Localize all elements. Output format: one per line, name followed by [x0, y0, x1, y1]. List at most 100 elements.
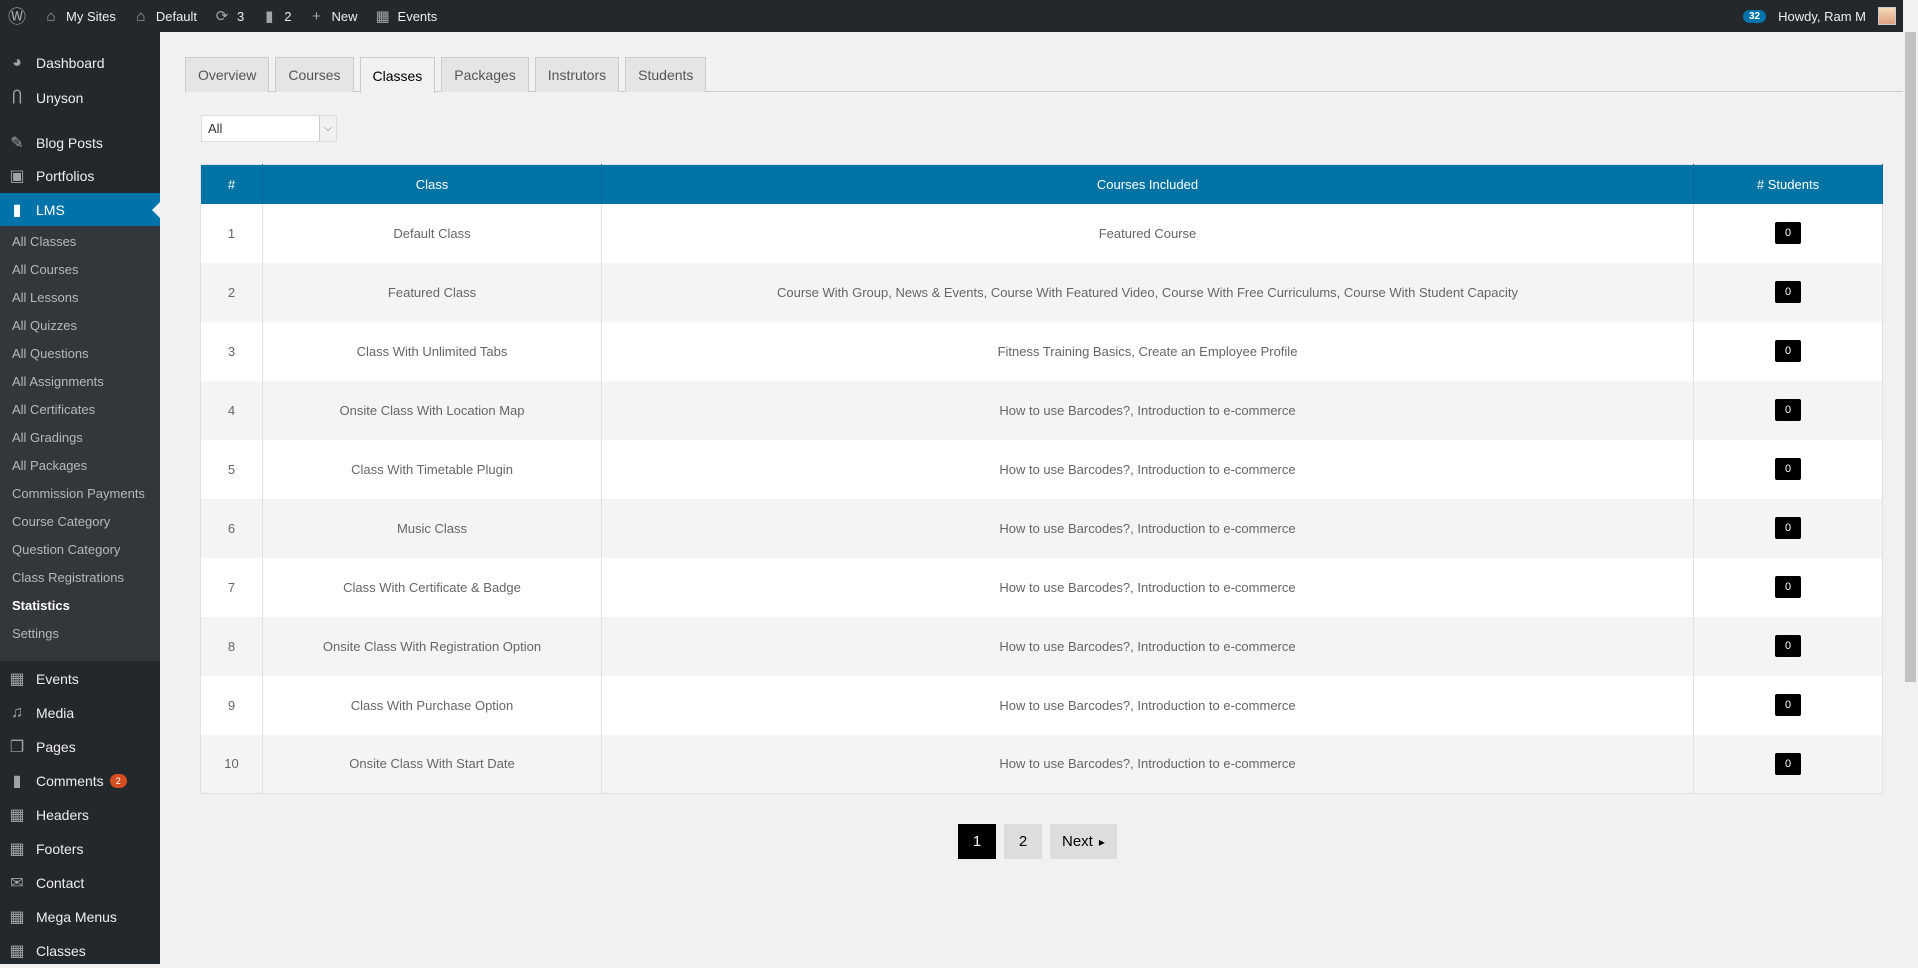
site-link[interactable]: ⌂ Default [124, 0, 205, 32]
sidebar-item-lms[interactable]: ▮ LMS [0, 193, 160, 227]
class-name[interactable]: Class With Timetable Plugin [262, 439, 602, 499]
updates-link[interactable]: ⟳ 3 [205, 0, 252, 32]
unyson-icon: Ⴖ [11, 90, 23, 107]
submenu-item-commission-payments[interactable]: Commission Payments [12, 486, 145, 501]
courses-included[interactable]: How to use Barcodes?, Introduction to e-… [601, 734, 1694, 794]
students-count: 0 [1693, 262, 1883, 322]
class-name[interactable]: Onsite Class With Location Map [262, 380, 602, 440]
tab-instrutors[interactable]: Instrutors [534, 57, 620, 92]
pagination: 1 2 Next ▸ [958, 824, 1117, 859]
next-page-button[interactable]: Next ▸ [1050, 824, 1117, 859]
new-link[interactable]: + New [300, 0, 366, 32]
sidebar-item-dashboard[interactable]: ◕ Dashboard [0, 46, 160, 80]
submenu-item-all-questions[interactable]: All Questions [12, 346, 89, 361]
comments-count: 2 [284, 8, 292, 24]
scrollbar[interactable] [1903, 0, 1918, 964]
submenu-item-all-courses[interactable]: All Courses [12, 262, 78, 277]
sidebar-item-footers[interactable]: ▦ Footers [0, 832, 160, 866]
tab-students[interactable]: Students [625, 57, 707, 92]
students-count-badge: 0 [1774, 752, 1802, 775]
submenu-item-all-certificates[interactable]: All Certificates [12, 402, 95, 417]
students-count: 0 [1693, 616, 1883, 676]
tab-overview[interactable]: Overview [185, 57, 270, 92]
pin-icon: ✎ [10, 135, 24, 152]
row-number: 4 [200, 380, 263, 440]
sidebar-item-portfolios[interactable]: ▣ Portfolios [0, 159, 160, 193]
courses-included[interactable]: How to use Barcodes?, Introduction to e-… [601, 380, 1694, 440]
submenu-item-all-packages[interactable]: All Packages [12, 458, 87, 473]
submenu-item-statistics[interactable]: Statistics [12, 598, 70, 613]
sidebar-item-blog-posts[interactable]: ✎ Blog Posts [0, 126, 160, 160]
courses-included[interactable]: Fitness Training Basics, Create an Emplo… [601, 321, 1694, 381]
sidebar-item-comments[interactable]: ▮ Comments 2 [0, 764, 160, 798]
tab-packages[interactable]: Packages [441, 57, 529, 92]
calendar-icon: ▦ [375, 8, 390, 25]
submenu-item-all-classes[interactable]: All Classes [12, 234, 76, 249]
students-count: 0 [1693, 380, 1883, 440]
sidebar-item-media[interactable]: ♫ Media [0, 696, 160, 730]
students-count: 0 [1693, 498, 1883, 558]
class-name[interactable]: Class With Certificate & Badge [262, 557, 602, 617]
class-name[interactable]: Music Class [262, 498, 602, 558]
howdy-user[interactable]: Howdy, Ram M [1778, 9, 1866, 24]
courses-included[interactable]: How to use Barcodes?, Introduction to e-… [601, 675, 1694, 735]
scrollbar-thumb[interactable] [1905, 32, 1916, 682]
sidebar-item-label: Footers [36, 841, 84, 857]
comment-icon: ▮ [265, 8, 274, 25]
avatar[interactable] [1878, 7, 1896, 25]
sidebar-item-unyson[interactable]: Ⴖ Unyson [0, 81, 160, 115]
next-label: Next [1062, 833, 1093, 850]
page-1-button[interactable]: 1 [958, 824, 996, 859]
sidebar-item-events[interactable]: ▦ Events [0, 662, 160, 696]
class-name[interactable]: Default Class [262, 203, 602, 263]
class-name[interactable]: Class With Unlimited Tabs [262, 321, 602, 381]
site-label: Default [155, 8, 198, 24]
class-name[interactable]: Onsite Class With Registration Option [262, 616, 602, 676]
table-row: 10 Onsite Class With Start Date How to use… [200, 734, 1883, 794]
submenu-item-question-category[interactable]: Question Category [12, 542, 120, 557]
sidebar-item-contact[interactable]: ✉ Contact [0, 866, 160, 900]
sidebar-item-label: Mega Menus [36, 909, 117, 925]
events-link[interactable]: ▦ Events [366, 0, 446, 32]
my-sites-link[interactable]: ⌂ My Sites [34, 0, 124, 32]
tab-classes[interactable]: Classes [359, 57, 436, 93]
courses-included[interactable]: How to use Barcodes?, Introduction to e-… [601, 498, 1694, 558]
table-row: 2 Featured Class Course With Group, News &… [200, 262, 1883, 322]
tab-courses[interactable]: Courses [275, 57, 354, 92]
courses-included[interactable]: How to use Barcodes?, Introduction to e-… [601, 439, 1694, 499]
home-icon: ⌂ [136, 7, 146, 25]
students-count-badge: 0 [1774, 635, 1802, 657]
students-count-badge: 0 [1774, 399, 1802, 421]
class-name[interactable]: Featured Class [262, 262, 602, 322]
lms-submenu: All Classes All Courses All Lessons All Qui… [0, 226, 160, 661]
notifications-badge[interactable]: 32 [1742, 9, 1767, 23]
submenu-item-all-gradings[interactable]: All Gradings [12, 430, 83, 445]
submenu-item-all-lessons[interactable]: All Lessons [12, 290, 78, 305]
events-label: Events [397, 8, 438, 24]
tabs: Overview Courses Classes Packages Instrutors… [185, 57, 1903, 93]
class-name[interactable]: Class With Purchase Option [262, 675, 602, 735]
submenu-item-settings[interactable]: Settings [12, 626, 59, 641]
updates-count: 3 [237, 8, 245, 24]
submenu-item-course-category[interactable]: Course Category [12, 514, 110, 529]
courses-included[interactable]: Course With Group, News & Events, Course… [601, 262, 1694, 322]
sidebar-item-headers[interactable]: ▦ Headers [0, 798, 160, 832]
sidebar-item-classes[interactable]: ▦ Classes [0, 934, 160, 968]
comments-link[interactable]: ▮ 2 [252, 0, 299, 32]
submenu-item-all-quizzes[interactable]: All Quizzes [12, 318, 77, 333]
submenu-item-all-assignments[interactable]: All Assignments [12, 374, 104, 389]
courses-included[interactable]: How to use Barcodes?, Introduction to e-… [601, 616, 1694, 676]
page-2-button[interactable]: 2 [1004, 824, 1042, 859]
wordpress-logo-icon[interactable]: Ⓦ [0, 0, 34, 32]
sidebar-item-pages[interactable]: ❐ Pages [0, 730, 160, 764]
col-students: # Students [1693, 164, 1883, 204]
courses-included[interactable]: Featured Course [601, 203, 1694, 263]
courses-included[interactable]: How to use Barcodes?, Introduction to e-… [601, 557, 1694, 617]
class-name[interactable]: Onsite Class With Start Date [262, 734, 602, 794]
sidebar-item-mega-menus[interactable]: ▦ Mega Menus [0, 900, 160, 934]
table-row: 6 Music Class How to use Barcodes?, Introd… [200, 498, 1883, 558]
sidebar-item-label: LMS [36, 202, 65, 218]
submenu-item-class-registrations[interactable]: Class Registrations [12, 570, 124, 585]
class-filter-select[interactable]: All ⌵ [201, 115, 337, 142]
students-count-badge: 0 [1774, 340, 1802, 362]
